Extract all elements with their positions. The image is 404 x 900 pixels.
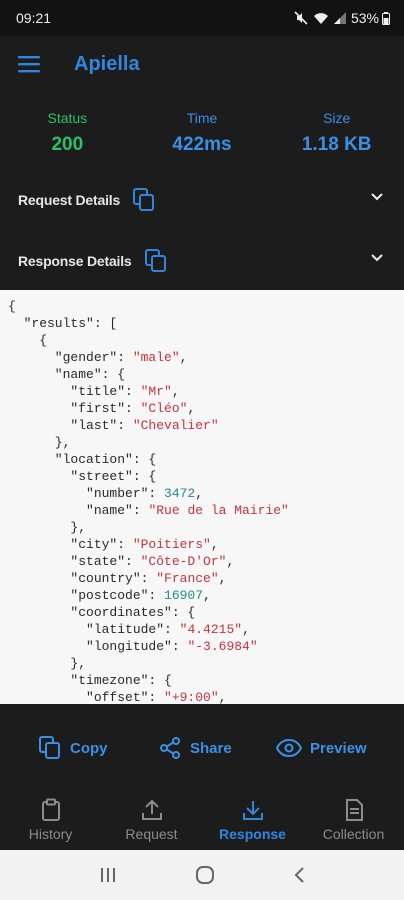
chevron-down-icon[interactable]	[370, 192, 384, 202]
copy-request-icon[interactable]	[132, 187, 156, 213]
upload-icon	[141, 799, 162, 820]
response-json: { "results": [ { "gender": "male", "name…	[8, 299, 289, 704]
share-icon	[160, 737, 180, 759]
status-stat: Status 200	[0, 104, 135, 164]
signal-icon	[333, 12, 346, 24]
size-value: 1.18 KB	[301, 134, 372, 155]
home-icon[interactable]	[195, 865, 215, 885]
copy-icon	[39, 736, 60, 759]
preview-label: Preview	[310, 739, 367, 757]
bottom-navigation: History Request Response Collection	[0, 790, 404, 850]
time-label: Time	[186, 110, 218, 126]
copy-response-icon[interactable]	[144, 248, 168, 274]
status-label: Status	[47, 110, 88, 126]
response-details-header[interactable]: Response Details	[0, 237, 404, 285]
share-button[interactable]: Share	[158, 736, 232, 760]
system-status-bar: 09:21 53%	[0, 0, 404, 36]
copy-button[interactable]: Copy	[38, 735, 108, 761]
copy-label: Copy	[70, 739, 108, 757]
nav-history[interactable]: History	[0, 790, 101, 850]
download-icon	[242, 801, 263, 820]
nav-request-label: Request	[125, 826, 178, 842]
back-icon[interactable]	[293, 866, 305, 884]
hamburger-menu-icon[interactable]	[18, 55, 42, 73]
battery-icon	[382, 11, 390, 25]
preview-button[interactable]: Preview	[276, 738, 367, 758]
size-label: Size	[323, 110, 351, 126]
mute-icon	[294, 11, 308, 25]
battery-indicator: 53%	[351, 10, 390, 26]
eye-icon	[276, 738, 302, 758]
nav-collection[interactable]: Collection	[303, 790, 404, 850]
nav-response-label: Response	[219, 826, 286, 842]
document-icon	[345, 799, 363, 821]
app-title: Apiella	[74, 52, 140, 75]
recent-apps-icon[interactable]	[99, 867, 117, 883]
clipboard-icon	[41, 798, 60, 821]
battery-percent: 53%	[350, 10, 379, 26]
clock: 09:21	[16, 10, 52, 26]
system-navigation-bar	[0, 850, 404, 900]
request-details-header[interactable]: Request Details	[0, 176, 404, 224]
size-stat: Size 1.18 KB	[269, 104, 404, 164]
status-value: 200	[51, 134, 84, 155]
time-value: 422ms	[172, 134, 232, 155]
response-body-viewer[interactable]: { "results": [ { "gender": "male", "name…	[0, 290, 404, 704]
chevron-down-icon[interactable]	[370, 253, 384, 263]
nav-collection-label: Collection	[322, 826, 385, 842]
nav-request[interactable]: Request	[101, 790, 202, 850]
status-icons: 53%	[294, 10, 390, 26]
nav-history-label: History	[28, 826, 73, 842]
response-actions: Copy Share Preview	[0, 722, 404, 774]
wifi-icon	[313, 12, 328, 24]
response-stats: Status 200 Time 422ms Size 1.18 KB	[0, 104, 404, 164]
app-bar: Apiella	[0, 36, 404, 92]
request-details-title: Request Details	[18, 192, 121, 208]
nav-response[interactable]: Response	[202, 790, 303, 850]
time-stat: Time 422ms	[135, 104, 270, 164]
share-label: Share	[190, 739, 232, 757]
response-details-title: Response Details	[18, 253, 132, 269]
